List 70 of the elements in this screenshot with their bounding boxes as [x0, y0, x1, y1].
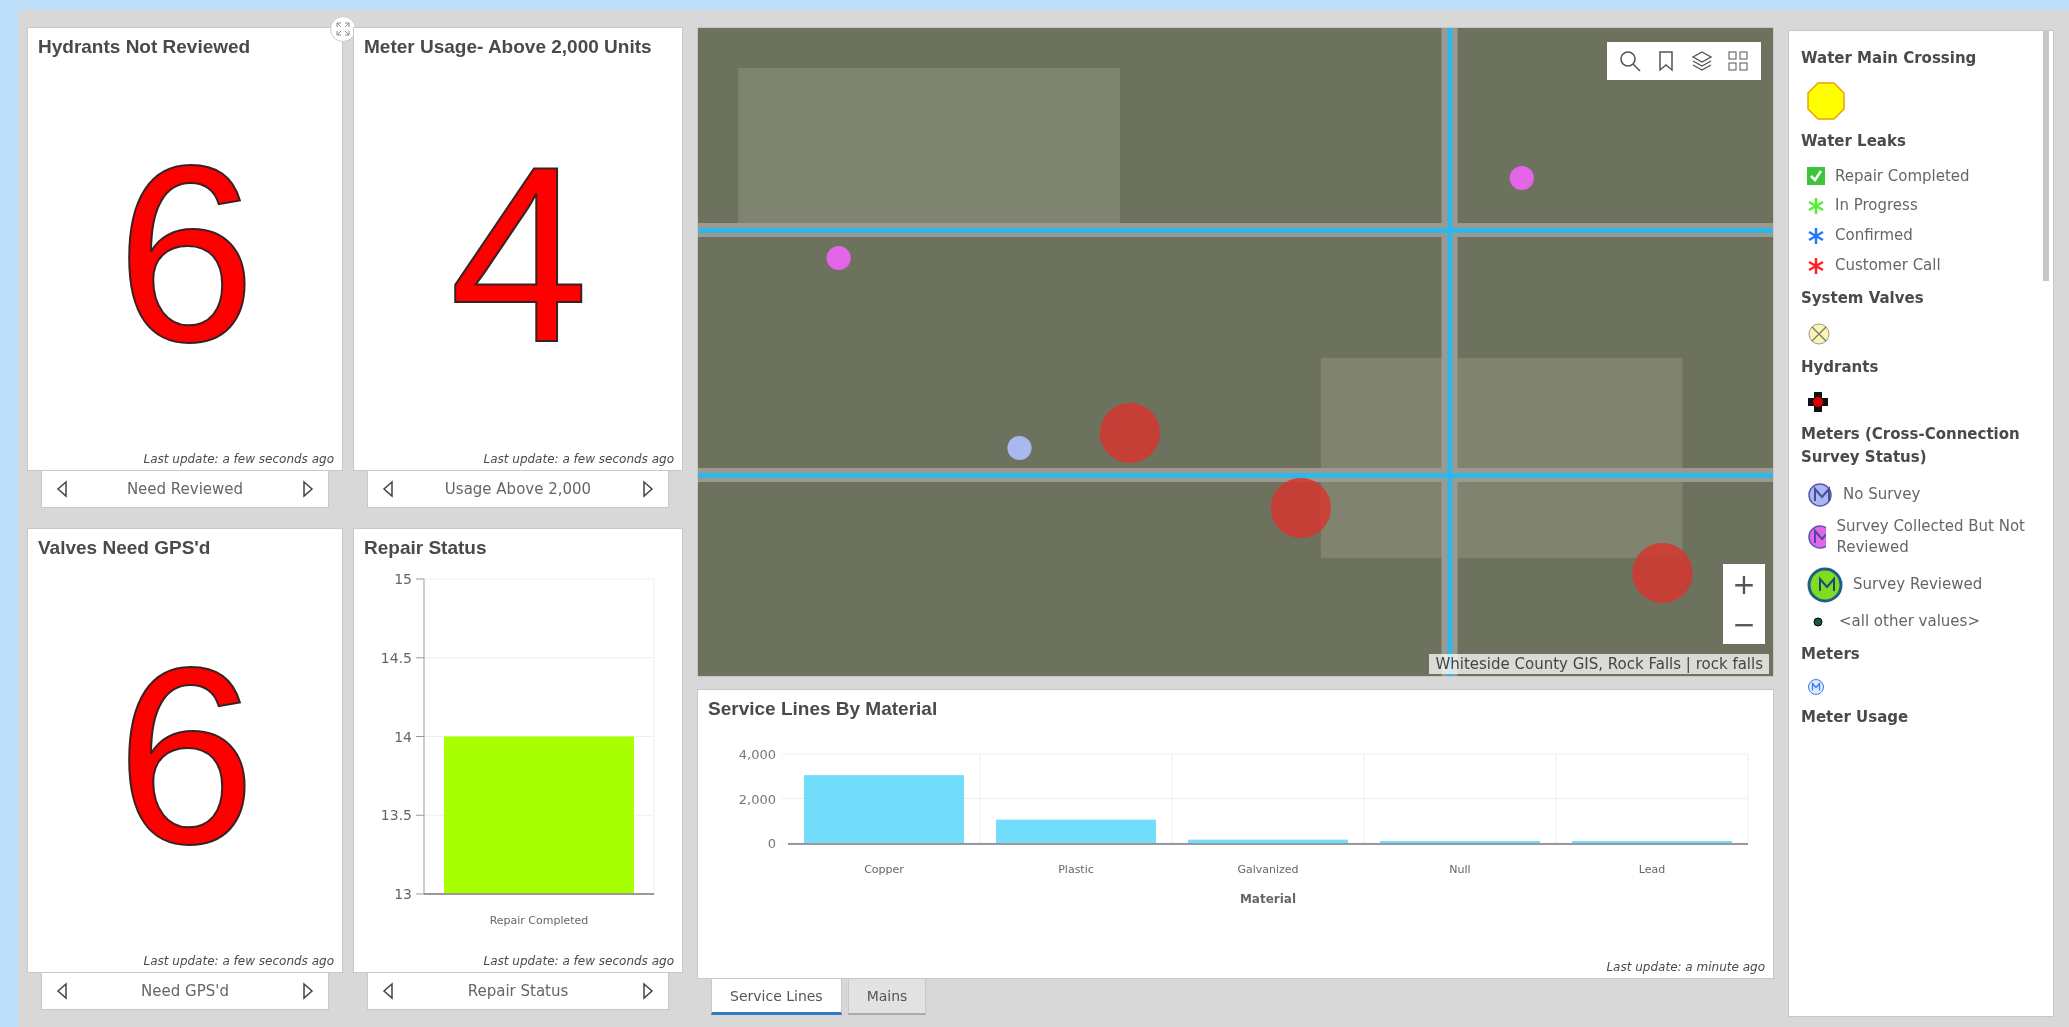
valve-icon — [1807, 321, 1831, 346]
legend-label: Confirmed — [1835, 225, 1913, 246]
last-update-text: Last update: a few seconds ago — [143, 954, 334, 968]
previous-arrow-icon[interactable] — [380, 980, 396, 1002]
y-tick-label: 14.5 — [380, 649, 412, 666]
legend-label: Survey Reviewed — [1853, 574, 1983, 596]
legend-label: Customer Call — [1835, 254, 1941, 276]
indicator-value: 6 — [116, 631, 256, 882]
expand-button[interactable] — [330, 16, 356, 42]
tab[interactable]: Service Lines — [711, 979, 842, 1015]
x-axis-title: Material — [1239, 892, 1297, 906]
grid-icon[interactable] — [1727, 50, 1749, 72]
y-tick-label: 13.5 — [380, 807, 412, 824]
octagon-icon — [1807, 82, 1845, 121]
x-category-label: Galvanized — [1237, 863, 1299, 876]
scrollbar-thumb[interactable] — [2043, 31, 2049, 281]
indicator-value: 4 — [449, 130, 589, 380]
map[interactable]: + − Whiteside County GIS, Rock Falls | rock falls — [697, 27, 1774, 677]
next-arrow-icon[interactable] — [300, 478, 316, 500]
x-category-label: Lead — [1638, 863, 1666, 876]
legend-label: No Survey — [1843, 483, 1921, 505]
legend-label: In Progress — [1835, 195, 1918, 217]
previous-arrow-icon[interactable] — [380, 478, 396, 500]
indicator-nav-label: Repair Status — [467, 982, 569, 1000]
layers-icon[interactable] — [1691, 50, 1713, 72]
indicator-title: Valves Need GPS'd — [38, 537, 211, 559]
chart-title: Repair Status — [364, 537, 487, 559]
legend-label: <all other values> — [1839, 611, 1980, 632]
chart-title: Service Lines By Material — [708, 698, 938, 720]
x-category-label: Plastic — [1058, 863, 1094, 876]
next-arrow-icon[interactable] — [640, 980, 656, 1002]
indicator-nav-label: Need Reviewed — [126, 480, 244, 498]
legend-heading: Water Main Crossing — [1801, 48, 1978, 69]
hydrant-icon — [1807, 391, 1829, 413]
x-category-label: Repair Completed — [489, 914, 589, 927]
legend-label: Repair Completed — [1835, 165, 1970, 187]
tab[interactable]: Mains — [847, 979, 927, 1015]
expand-icon — [336, 22, 350, 36]
indicator-nav-label: Need GPS'd — [141, 982, 229, 1000]
indicator-title: Meter Usage- Above 2,000 Units — [364, 36, 652, 58]
x-category-label: Null — [1449, 863, 1471, 876]
legend-heading: System Valves — [1801, 287, 1925, 309]
y-tick-label: 15 — [394, 571, 412, 587]
y-tick-label: 14 — [394, 728, 412, 745]
indicator-title: Hydrants Not Reviewed — [38, 36, 251, 58]
y-tick-label: 0 — [767, 836, 776, 851]
previous-arrow-icon[interactable] — [54, 980, 70, 1002]
legend-heading: Meter Usage — [1801, 707, 1910, 728]
legend-heading: Meters — [1801, 643, 1861, 665]
map-attribution: Whiteside County GIS, Rock Falls | rock falls — [1429, 654, 1769, 674]
search-icon[interactable] — [1619, 50, 1641, 72]
previous-arrow-icon[interactable] — [54, 478, 70, 500]
y-tick-label: 2,000 — [738, 791, 776, 807]
legend-heading: Hydrants — [1801, 356, 1880, 378]
last-update-text: Last update: a few seconds ago — [143, 452, 334, 466]
next-arrow-icon[interactable] — [300, 980, 316, 1002]
y-tick-label: 4,000 — [738, 747, 776, 762]
next-arrow-icon[interactable] — [640, 478, 656, 500]
last-update-text: Last update: a few seconds ago — [483, 452, 674, 466]
legend-heading: Water Leaks — [1801, 131, 1907, 153]
indicator-value: 6 — [116, 130, 256, 380]
last-update-text: Last update: a minute ago — [1606, 960, 1765, 974]
legend-label: Survey Collected But Not Reviewed — [1836, 515, 2026, 559]
checkbox-icon — [1807, 167, 1825, 186]
y-tick-label: 13 — [394, 886, 412, 902]
last-update-text: Last update: a few seconds ago — [483, 954, 674, 968]
meter-icon — [1807, 678, 1825, 696]
legend-heading: Meters (Cross-Connection Survey Status) — [1801, 424, 2021, 469]
x-category-label: Copper — [864, 863, 904, 876]
indicator-nav-label: Usage Above 2,000 — [444, 480, 592, 498]
